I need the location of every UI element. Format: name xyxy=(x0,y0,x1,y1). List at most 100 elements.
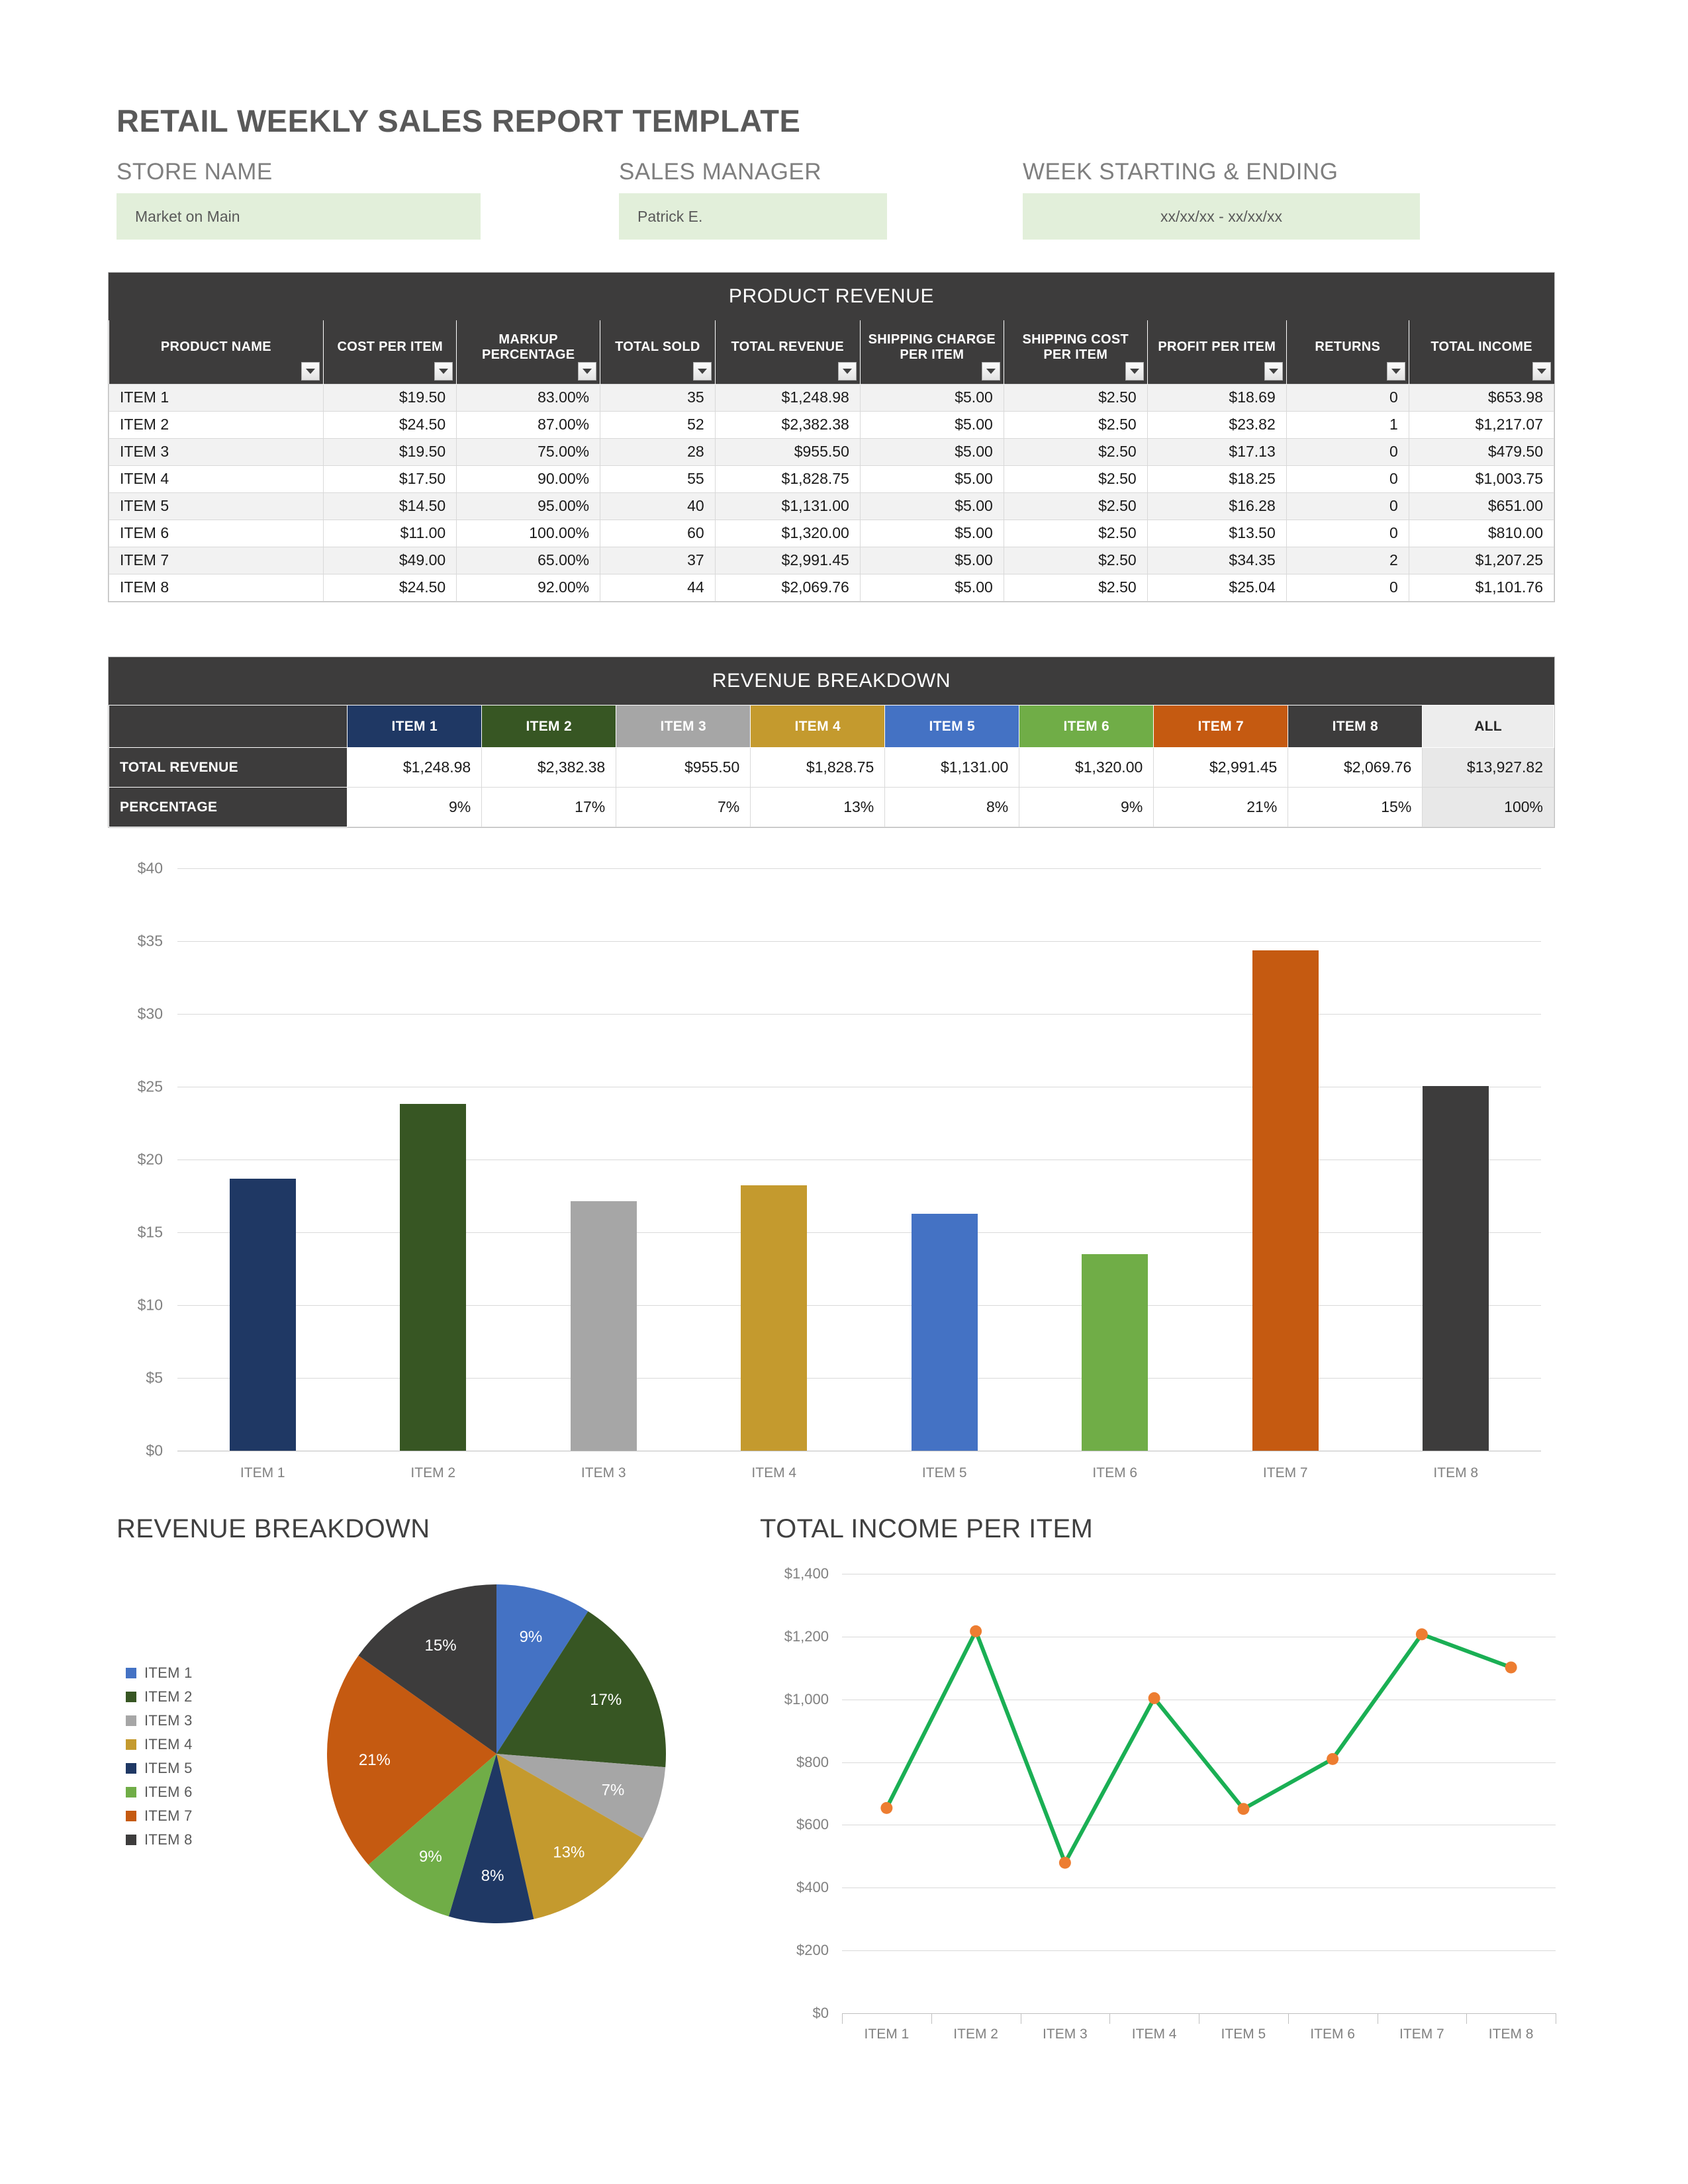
breakdown-value-cell[interactable]: $2,069.76 xyxy=(1288,747,1423,788)
data-cell[interactable]: 28 xyxy=(600,437,716,466)
data-cell[interactable]: 0 xyxy=(1286,492,1409,520)
data-cell[interactable]: $2.50 xyxy=(1003,519,1148,547)
data-cell[interactable]: $1,101.76 xyxy=(1408,573,1555,602)
data-cell[interactable]: $2.50 xyxy=(1003,383,1148,412)
filter-dropdown-icon[interactable] xyxy=(301,361,320,381)
data-cell[interactable]: $2.50 xyxy=(1003,492,1148,520)
breakdown-value-cell[interactable]: $2,991.45 xyxy=(1153,747,1289,788)
product-name-cell[interactable]: ITEM 3 xyxy=(108,437,324,466)
breakdown-value-cell[interactable]: 9% xyxy=(347,787,483,827)
data-cell[interactable]: 90.00% xyxy=(456,465,601,493)
product-name-cell[interactable]: ITEM 1 xyxy=(108,383,324,412)
product-name-cell[interactable]: ITEM 7 xyxy=(108,546,324,574)
data-cell[interactable]: 35 xyxy=(600,383,716,412)
data-cell[interactable]: 44 xyxy=(600,573,716,602)
data-cell[interactable]: $18.69 xyxy=(1147,383,1287,412)
data-cell[interactable]: $5.00 xyxy=(859,573,1004,602)
data-cell[interactable]: 55 xyxy=(600,465,716,493)
data-cell[interactable]: $1,248.98 xyxy=(714,383,861,412)
data-cell[interactable]: 0 xyxy=(1286,383,1409,412)
data-cell[interactable]: 2 xyxy=(1286,546,1409,574)
breakdown-all-cell[interactable]: $13,927.82 xyxy=(1422,747,1554,788)
data-cell[interactable]: $1,207.25 xyxy=(1408,546,1555,574)
data-cell[interactable]: $19.50 xyxy=(323,383,457,412)
data-cell[interactable]: 83.00% xyxy=(456,383,601,412)
data-cell[interactable]: $2,382.38 xyxy=(714,410,861,439)
data-cell[interactable]: 100.00% xyxy=(456,519,601,547)
filter-dropdown-icon[interactable] xyxy=(1264,361,1283,381)
data-cell[interactable]: 1 xyxy=(1286,410,1409,439)
data-cell[interactable]: $23.82 xyxy=(1147,410,1287,439)
data-cell[interactable]: $2.50 xyxy=(1003,465,1148,493)
data-cell[interactable]: $810.00 xyxy=(1408,519,1555,547)
data-cell[interactable]: $1,131.00 xyxy=(714,492,861,520)
breakdown-value-cell[interactable]: 8% xyxy=(884,787,1020,827)
data-cell[interactable]: $24.50 xyxy=(323,573,457,602)
store-name-input[interactable]: Market on Main xyxy=(117,193,481,240)
data-cell[interactable]: $5.00 xyxy=(859,465,1004,493)
product-name-cell[interactable]: ITEM 2 xyxy=(108,410,324,439)
data-cell[interactable]: $653.98 xyxy=(1408,383,1555,412)
data-cell[interactable]: $34.35 xyxy=(1147,546,1287,574)
data-cell[interactable]: $1,828.75 xyxy=(714,465,861,493)
breakdown-value-cell[interactable]: $955.50 xyxy=(616,747,751,788)
data-cell[interactable]: $14.50 xyxy=(323,492,457,520)
data-cell[interactable]: $5.00 xyxy=(859,519,1004,547)
data-cell[interactable]: $11.00 xyxy=(323,519,457,547)
data-cell[interactable]: $5.00 xyxy=(859,492,1004,520)
data-cell[interactable]: $1,003.75 xyxy=(1408,465,1555,493)
data-cell[interactable]: $16.28 xyxy=(1147,492,1287,520)
data-cell[interactable]: $17.13 xyxy=(1147,437,1287,466)
product-name-cell[interactable]: ITEM 6 xyxy=(108,519,324,547)
data-cell[interactable]: $24.50 xyxy=(323,410,457,439)
data-cell[interactable]: 92.00% xyxy=(456,573,601,602)
data-cell[interactable]: $13.50 xyxy=(1147,519,1287,547)
data-cell[interactable]: $2,991.45 xyxy=(714,546,861,574)
data-cell[interactable]: $5.00 xyxy=(859,383,1004,412)
data-cell[interactable]: $2.50 xyxy=(1003,410,1148,439)
breakdown-value-cell[interactable]: $1,131.00 xyxy=(884,747,1020,788)
filter-dropdown-icon[interactable] xyxy=(837,361,857,381)
breakdown-value-cell[interactable]: 13% xyxy=(750,787,886,827)
data-cell[interactable]: 60 xyxy=(600,519,716,547)
data-cell[interactable]: $2.50 xyxy=(1003,437,1148,466)
data-cell[interactable]: 65.00% xyxy=(456,546,601,574)
data-cell[interactable]: $651.00 xyxy=(1408,492,1555,520)
data-cell[interactable]: $479.50 xyxy=(1408,437,1555,466)
data-cell[interactable]: $955.50 xyxy=(714,437,861,466)
breakdown-value-cell[interactable]: 7% xyxy=(616,787,751,827)
data-cell[interactable]: $5.00 xyxy=(859,437,1004,466)
data-cell[interactable]: $2,069.76 xyxy=(714,573,861,602)
data-cell[interactable]: $19.50 xyxy=(323,437,457,466)
data-cell[interactable]: $1,217.07 xyxy=(1408,410,1555,439)
breakdown-value-cell[interactable]: 21% xyxy=(1153,787,1289,827)
data-cell[interactable]: $5.00 xyxy=(859,410,1004,439)
filter-dropdown-icon[interactable] xyxy=(981,361,1000,381)
data-cell[interactable]: $18.25 xyxy=(1147,465,1287,493)
data-cell[interactable]: 0 xyxy=(1286,519,1409,547)
filter-dropdown-icon[interactable] xyxy=(1386,361,1405,381)
product-name-cell[interactable]: ITEM 8 xyxy=(108,573,324,602)
product-name-cell[interactable]: ITEM 5 xyxy=(108,492,324,520)
breakdown-value-cell[interactable]: 9% xyxy=(1019,787,1154,827)
filter-dropdown-icon[interactable] xyxy=(1125,361,1144,381)
data-cell[interactable]: $2.50 xyxy=(1003,546,1148,574)
breakdown-value-cell[interactable]: $1,320.00 xyxy=(1019,747,1154,788)
data-cell[interactable]: 52 xyxy=(600,410,716,439)
data-cell[interactable]: 37 xyxy=(600,546,716,574)
breakdown-value-cell[interactable]: 15% xyxy=(1288,787,1423,827)
data-cell[interactable]: 0 xyxy=(1286,437,1409,466)
breakdown-value-cell[interactable]: 17% xyxy=(481,787,617,827)
week-range-input[interactable]: xx/xx/xx - xx/xx/xx xyxy=(1023,193,1420,240)
data-cell[interactable]: $2.50 xyxy=(1003,573,1148,602)
data-cell[interactable]: 87.00% xyxy=(456,410,601,439)
data-cell[interactable]: 75.00% xyxy=(456,437,601,466)
data-cell[interactable]: 0 xyxy=(1286,573,1409,602)
filter-dropdown-icon[interactable] xyxy=(434,361,453,381)
data-cell[interactable]: $25.04 xyxy=(1147,573,1287,602)
data-cell[interactable]: 0 xyxy=(1286,465,1409,493)
filter-dropdown-icon[interactable] xyxy=(692,361,712,381)
data-cell[interactable]: $49.00 xyxy=(323,546,457,574)
filter-dropdown-icon[interactable] xyxy=(578,361,597,381)
filter-dropdown-icon[interactable] xyxy=(1532,361,1551,381)
